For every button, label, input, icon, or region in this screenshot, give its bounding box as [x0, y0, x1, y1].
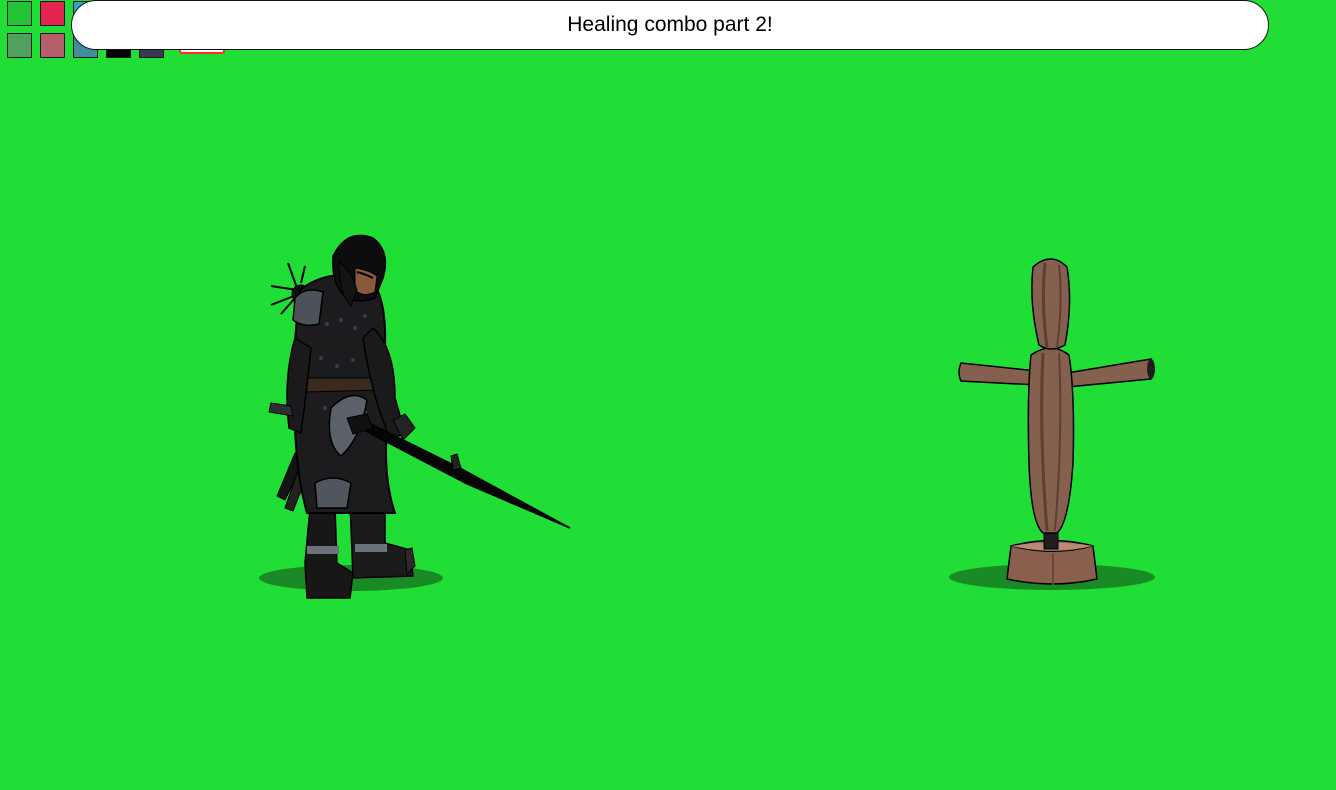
swatch-sage[interactable] — [7, 33, 32, 58]
message-text: Healing combo part 2! — [567, 12, 773, 36]
training-dummy-icon[interactable] — [945, 253, 1160, 595]
swatch-rose[interactable] — [40, 33, 65, 58]
swatch-green[interactable] — [7, 1, 32, 26]
game-stage[interactable]: Healing combo part 2! — [0, 0, 1336, 790]
armored-knight-icon[interactable] — [255, 228, 575, 603]
message-bar: Healing combo part 2! — [71, 0, 1269, 50]
swatch-crimson[interactable] — [40, 1, 65, 26]
